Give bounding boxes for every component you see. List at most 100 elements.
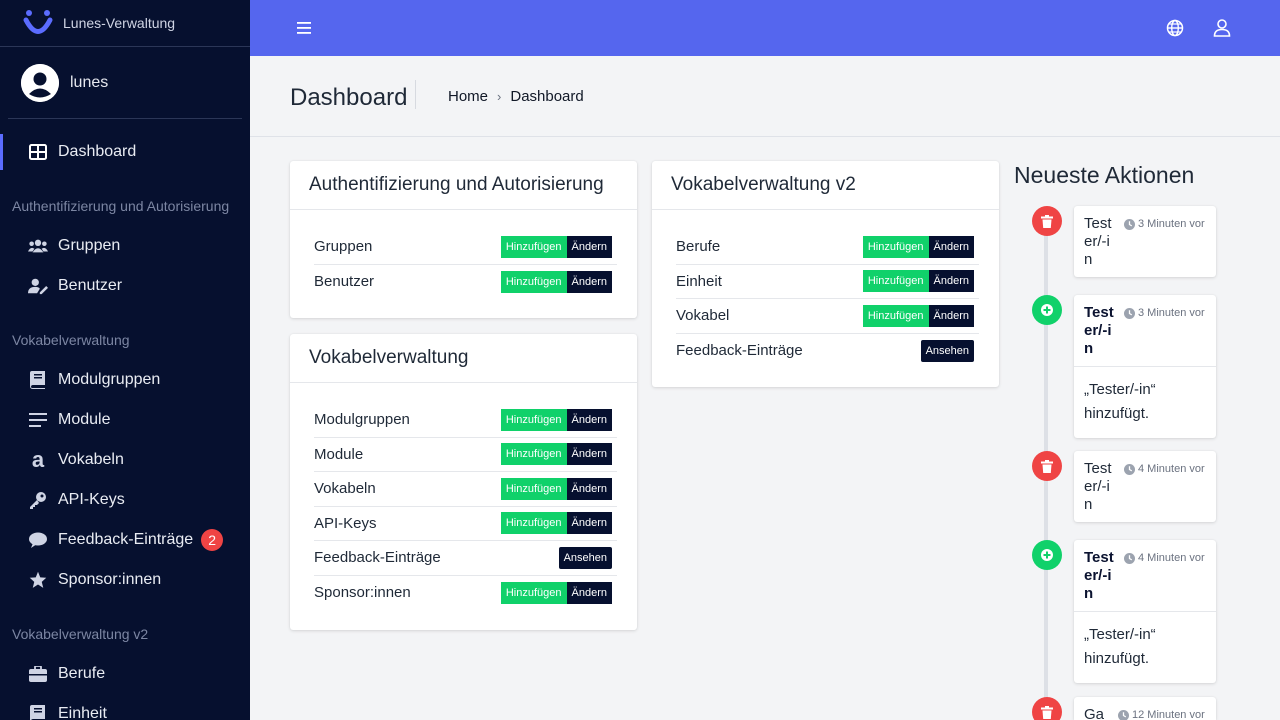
timeline-object[interactable]: Tester/-in <box>1084 304 1118 358</box>
add-berufe-button[interactable]: Hinzufügen <box>862 235 929 258</box>
timeline-entry[interactable]: Tester/-in 3 Minuten vor „Tester/-in“ hi… <box>1074 295 1216 438</box>
view-feedback-v2-button[interactable]: Ansehen <box>920 339 974 362</box>
model-link-benutzer[interactable]: Benutzer <box>314 273 374 290</box>
sidebar-item-label: Module <box>58 411 111 428</box>
add-module-button[interactable]: Hinzufügen <box>500 443 567 466</box>
card-title: Authentifizierung und Autorisierung <box>290 161 637 210</box>
timeline-time-text: 4 Minuten vor <box>1138 552 1205 564</box>
sidebar-nav: Dashboard Authentifizierung und Autorisi… <box>0 132 250 720</box>
recent-actions-title: Neueste Aktionen <box>1014 162 1195 188</box>
edit-gruppen-button[interactable]: Ändern <box>566 235 612 258</box>
model-link-vokabel[interactable]: Vokabel <box>676 307 729 324</box>
sidebar-item-module[interactable]: Module <box>0 400 250 440</box>
model-link-berufe[interactable]: Berufe <box>676 238 720 255</box>
table-row: Modulgruppen Hinzufügen Ändern <box>314 403 617 438</box>
model-link-feedback-v2[interactable]: Feedback-Einträge <box>676 342 803 359</box>
user-menu-icon[interactable] <box>1213 19 1231 42</box>
add-vokabel-button[interactable]: Hinzufügen <box>862 304 929 327</box>
edit-vokabeln-button[interactable]: Ändern <box>566 477 612 500</box>
model-link-einheit[interactable]: Einheit <box>676 273 722 290</box>
add-action-icon <box>1032 540 1062 570</box>
sidebar-item-einheit[interactable]: Einheit <box>0 694 250 720</box>
dashboard-icon <box>28 142 48 162</box>
breadcrumb-home-link[interactable]: Home <box>448 88 488 105</box>
edit-berufe-button[interactable]: Ändern <box>928 235 974 258</box>
timeline-entry[interactable]: Tester/-in 4 Minuten vor „Tester/-in“ hi… <box>1074 540 1216 683</box>
sidebar-item-berufe[interactable]: Berufe <box>0 654 250 694</box>
timeline-message: „Tester/-in“ hinzufügt. <box>1074 366 1216 438</box>
card-body: Berufe Hinzufügen Ändern Einheit Hinzufüg… <box>652 210 999 368</box>
user-edit-icon <box>28 276 48 296</box>
letter-a-icon: a <box>31 447 45 472</box>
add-benutzer-button[interactable]: Hinzufügen <box>500 270 567 293</box>
timeline-time: 3 Minuten vor <box>1124 304 1205 358</box>
model-link-gruppen[interactable]: Gruppen <box>314 238 372 255</box>
view-feedback-button[interactable]: Ansehen <box>558 546 612 569</box>
edit-benutzer-button[interactable]: Ändern <box>566 270 612 293</box>
timeline-entry[interactable]: Tester/-in 4 Minuten vor <box>1074 451 1216 522</box>
delete-action-icon <box>1032 206 1062 236</box>
edit-module-button[interactable]: Ändern <box>566 443 612 466</box>
table-row: Gruppen Hinzufügen Ändern <box>314 230 617 265</box>
table-row: API-Keys Hinzufügen Ändern <box>314 507 617 541</box>
model-link-vokabeln[interactable]: Vokabeln <box>314 480 376 497</box>
add-api-keys-button[interactable]: Hinzufügen <box>500 512 567 535</box>
add-modulgruppen-button[interactable]: Hinzufügen <box>500 408 567 431</box>
sidebar-item-modulgruppen[interactable]: Modulgruppen <box>0 360 250 400</box>
brand[interactable]: Lunes-Verwaltung <box>0 0 250 47</box>
menu-toggle-icon[interactable] <box>297 18 313 38</box>
sidebar-item-benutzer[interactable]: Benutzer <box>0 266 250 306</box>
breadcrumb: Home › Dashboard <box>448 88 584 105</box>
model-link-module[interactable]: Module <box>314 446 363 463</box>
add-einheit-button[interactable]: Hinzufügen <box>862 270 929 293</box>
user-panel[interactable]: lunes <box>8 47 242 119</box>
add-sponsorinnen-button[interactable]: Hinzufügen <box>500 581 567 604</box>
sidebar-item-dashboard[interactable]: Dashboard <box>0 132 250 172</box>
card-auth: Authentifizierung und Autorisierung Grup… <box>290 161 637 318</box>
timeline-time: 12 Minuten vor <box>1118 706 1205 720</box>
sidebar-item-api-keys[interactable]: API-Keys <box>0 480 250 520</box>
delete-action-icon <box>1032 697 1062 720</box>
add-vokabeln-button[interactable]: Hinzufügen <box>500 477 567 500</box>
table-row: Vokabeln Hinzufügen Ändern <box>314 472 617 507</box>
timeline-entry[interactable]: Tester/-in 3 Minuten vor <box>1074 206 1216 277</box>
breadcrumb-current: Dashboard <box>510 88 584 105</box>
timeline-object[interactable]: Tester/-in <box>1084 549 1118 603</box>
add-gruppen-button[interactable]: Hinzufügen <box>500 235 567 258</box>
topbar <box>250 0 1280 56</box>
edit-sponsorinnen-button[interactable]: Ändern <box>566 581 612 604</box>
timeline-object: Ga <box>1084 706 1105 720</box>
model-link-modulgruppen[interactable]: Modulgruppen <box>314 411 410 428</box>
timeline-entry[interactable]: Ga 12 Minuten vor <box>1074 697 1216 720</box>
sidebar-item-label: Sponsor:innen <box>58 571 162 588</box>
model-link-api-keys[interactable]: API-Keys <box>314 515 377 532</box>
edit-einheit-button[interactable]: Ändern <box>928 270 974 293</box>
edit-modulgruppen-button[interactable]: Ändern <box>566 408 612 431</box>
sidebar-item-label: Vokabeln <box>58 451 124 468</box>
delete-action-icon <box>1032 451 1062 481</box>
book-icon <box>28 704 48 720</box>
edit-api-keys-button[interactable]: Ändern <box>566 512 612 535</box>
feedback-count-badge: 2 <box>201 529 224 551</box>
globe-icon[interactable] <box>1166 19 1184 42</box>
sidebar-item-vokabeln[interactable]: a Vokabeln <box>0 440 250 480</box>
sidebar-item-label: Berufe <box>58 665 106 682</box>
sidebar-item-label: Benutzer <box>58 277 123 294</box>
timeline-time-text: 12 Minuten vor <box>1132 709 1205 720</box>
sidebar-item-feedback[interactable]: Feedback-Einträge 2 <box>0 520 250 560</box>
list-icon <box>28 410 48 430</box>
card-vokabelverwaltung-v2: Vokabelverwaltung v2 Berufe Hinzufügen Än… <box>652 161 999 387</box>
clock-icon <box>1118 710 1129 720</box>
model-link-feedback[interactable]: Feedback-Einträge <box>314 549 441 566</box>
sidebar-item-label: API-Keys <box>58 491 125 508</box>
sidebar-item-gruppen[interactable]: Gruppen <box>0 226 250 266</box>
sidebar-item-sponsorinnen[interactable]: Sponsor:innen <box>0 560 250 600</box>
sidebar-section-header: Authentifizierung und Autorisierung <box>12 198 230 214</box>
model-link-sponsorinnen[interactable]: Sponsor:innen <box>314 584 411 601</box>
users-icon <box>28 236 48 256</box>
edit-vokabel-button[interactable]: Ändern <box>928 304 974 327</box>
timeline-time-text: 4 Minuten vor <box>1138 463 1205 475</box>
card-title: Vokabelverwaltung v2 <box>652 161 999 210</box>
brand-name: Lunes-Verwaltung <box>63 15 176 31</box>
clock-icon <box>1124 308 1135 319</box>
